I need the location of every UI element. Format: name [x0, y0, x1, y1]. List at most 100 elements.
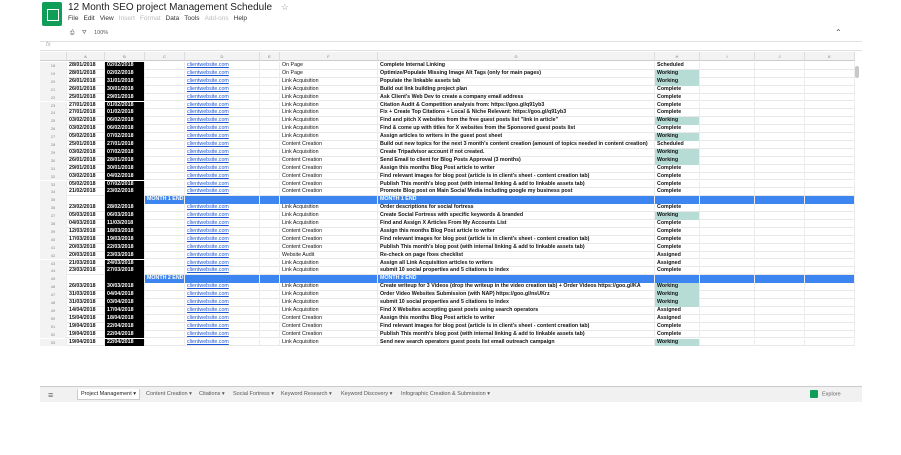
- cell-col-j[interactable]: [755, 148, 805, 157]
- cell-end-date[interactable]: 19/03/2018: [105, 235, 145, 244]
- cell-website[interactable]: clientwebsite.com: [185, 322, 260, 331]
- cell-task[interactable]: Ask Client's Web Dev to create a company…: [378, 93, 655, 102]
- cell-col-k[interactable]: [805, 322, 855, 331]
- row-number[interactable]: 34: [40, 188, 67, 197]
- cell-col-c[interactable]: [145, 299, 185, 307]
- cell-start-date[interactable]: 28/01/2018: [67, 62, 105, 70]
- cell-start-date[interactable]: 31/03/2018: [67, 299, 105, 307]
- cell-category[interactable]: Content Creation: [280, 322, 378, 331]
- cell-task[interactable]: Build out new topics for the next 3 mont…: [378, 141, 655, 149]
- cell-col-i[interactable]: [700, 338, 755, 347]
- dropdown-arrow-icon[interactable]: ▾: [132, 391, 136, 397]
- cell-website[interactable]: clientwebsite.com: [185, 204, 260, 213]
- cell-end-date[interactable]: 02/02/2018: [105, 62, 145, 70]
- cell-website[interactable]: [185, 275, 260, 284]
- menu-item-edit[interactable]: Edit: [83, 15, 94, 22]
- cell-col-e[interactable]: [260, 77, 280, 86]
- sheet-tab-content-creation[interactable]: Content Creation ▾: [143, 389, 195, 400]
- cell-col-i[interactable]: [700, 330, 755, 339]
- cell-start-date[interactable]: 31/03/2018: [67, 291, 105, 299]
- cell-status[interactable]: Complete: [655, 164, 700, 173]
- column-header-b[interactable]: B: [105, 52, 145, 61]
- cell-col-i[interactable]: [700, 148, 755, 157]
- column-header-h[interactable]: H: [655, 52, 700, 61]
- row-number[interactable]: 47: [40, 291, 67, 299]
- cell-category[interactable]: Content Creation: [280, 141, 378, 149]
- cell-col-c[interactable]: MONTH 2 END: [145, 275, 185, 284]
- cell-status[interactable]: Complete: [655, 172, 700, 181]
- cell-col-c[interactable]: [145, 251, 185, 260]
- cell-end-date[interactable]: [105, 196, 145, 205]
- cell-end-date[interactable]: 11/03/2018: [105, 220, 145, 228]
- cell-status[interactable]: Assigned: [655, 251, 700, 260]
- cell-col-j[interactable]: [755, 133, 805, 141]
- cell-col-e[interactable]: [260, 85, 280, 94]
- cell-col-j[interactable]: [755, 117, 805, 126]
- cell-col-e[interactable]: [260, 180, 280, 189]
- cell-category[interactable]: Link Acquisition: [280, 299, 378, 307]
- cell-col-k[interactable]: [805, 259, 855, 268]
- cell-category[interactable]: Link Acquisition: [280, 101, 378, 110]
- cell-col-i[interactable]: [700, 93, 755, 102]
- cell-col-k[interactable]: [805, 196, 855, 205]
- cell-col-e[interactable]: [260, 330, 280, 339]
- select-all-corner[interactable]: [40, 52, 67, 61]
- column-header-c[interactable]: C: [145, 52, 185, 61]
- cell-col-c[interactable]: [145, 180, 185, 189]
- cell-task[interactable]: Find and Assign X Articles From My Accou…: [378, 220, 655, 228]
- cell-end-date[interactable]: 01/02/2018: [105, 101, 145, 110]
- cell-col-c[interactable]: [145, 85, 185, 94]
- cell-col-k[interactable]: [805, 235, 855, 244]
- cell-col-c[interactable]: [145, 283, 185, 292]
- cell-col-e[interactable]: [260, 156, 280, 165]
- cell-website[interactable]: clientwebsite.com: [185, 243, 260, 252]
- menu-item-tools[interactable]: Tools: [184, 15, 199, 22]
- row-number[interactable]: 33: [40, 180, 67, 189]
- row-number[interactable]: 28: [40, 141, 67, 149]
- explore-button[interactable]: Explore: [810, 390, 841, 398]
- cell-status[interactable]: Complete: [655, 227, 700, 236]
- cell-start-date[interactable]: 12/03/2018: [67, 227, 105, 236]
- cell-website[interactable]: clientwebsite.com: [185, 69, 260, 78]
- cell-col-c[interactable]: [145, 314, 185, 323]
- cell-col-i[interactable]: [700, 212, 755, 220]
- cell-start-date[interactable]: 26/01/2018: [67, 156, 105, 165]
- cell-col-e[interactable]: [260, 338, 280, 347]
- cell-col-c[interactable]: [145, 69, 185, 78]
- cell-end-date[interactable]: 24/03/2018: [105, 259, 145, 268]
- cell-col-k[interactable]: [805, 267, 855, 276]
- cell-category[interactable]: Content Creation: [280, 164, 378, 173]
- cell-status[interactable]: Assigned: [655, 306, 700, 315]
- cell-status[interactable]: Working: [655, 69, 700, 78]
- cell-start-date[interactable]: 25/01/2018: [67, 141, 105, 149]
- cell-start-date[interactable]: 26/03/2018: [67, 283, 105, 292]
- formula-bar[interactable]: fx: [40, 41, 862, 51]
- cell-col-j[interactable]: [755, 93, 805, 102]
- zoom-select[interactable]: 100%: [94, 30, 108, 36]
- sheet-tab-infographic-creation-submission[interactable]: Infographic Creation & Submission ▾: [398, 389, 493, 400]
- cell-col-i[interactable]: [700, 125, 755, 134]
- cell-end-date[interactable]: 30/03/2018: [105, 283, 145, 292]
- cell-col-k[interactable]: [805, 314, 855, 323]
- cell-col-e[interactable]: [260, 267, 280, 276]
- cell-website[interactable]: clientwebsite.com: [185, 180, 260, 189]
- column-header-f[interactable]: F: [280, 52, 378, 61]
- cell-start-date[interactable]: 14/04/2018: [67, 306, 105, 315]
- column-header-e[interactable]: E: [260, 52, 280, 61]
- cell-col-i[interactable]: [700, 235, 755, 244]
- cell-col-j[interactable]: [755, 212, 805, 220]
- cell-col-i[interactable]: [700, 172, 755, 181]
- cell-start-date[interactable]: [67, 196, 105, 205]
- cell-start-date[interactable]: 25/01/2018: [67, 93, 105, 102]
- cell-col-c[interactable]: [145, 243, 185, 252]
- cell-status[interactable]: Scheduled: [655, 62, 700, 70]
- cell-website[interactable]: clientwebsite.com: [185, 77, 260, 86]
- row-number[interactable]: 50: [40, 314, 67, 323]
- dropdown-arrow-icon[interactable]: ▾: [220, 391, 225, 397]
- cell-category[interactable]: Link Acquisition: [280, 125, 378, 134]
- column-header-k[interactable]: K: [805, 52, 855, 61]
- cell-col-c[interactable]: [145, 148, 185, 157]
- cell-col-c[interactable]: [145, 338, 185, 347]
- cell-col-j[interactable]: [755, 220, 805, 228]
- cell-col-c[interactable]: [145, 156, 185, 165]
